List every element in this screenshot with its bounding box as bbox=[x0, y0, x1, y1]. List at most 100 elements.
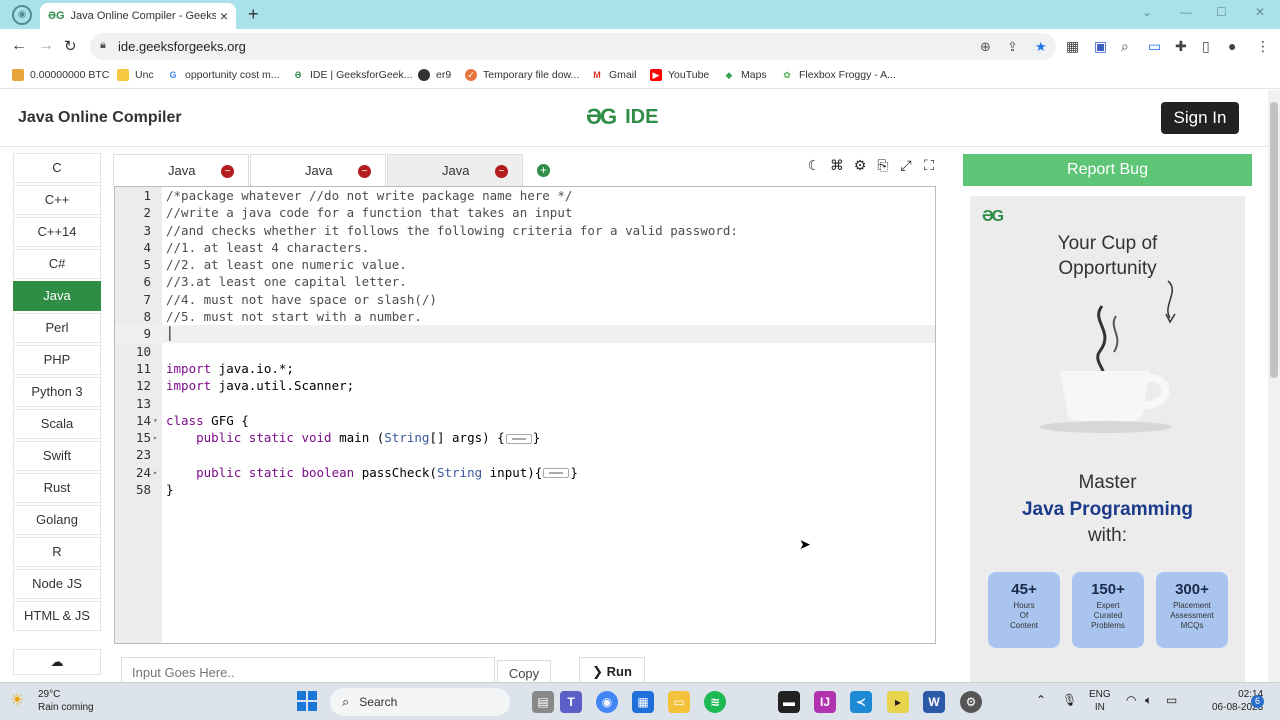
language-item[interactable]: Python 3 bbox=[13, 377, 101, 407]
menu-kebab-icon[interactable]: ⋮ bbox=[1256, 38, 1270, 55]
sticky-notes-icon[interactable]: ▸ bbox=[887, 691, 909, 713]
bookmark-item[interactable]: ✓ Temporary file dow... bbox=[465, 69, 579, 81]
language-item[interactable]: C bbox=[13, 153, 101, 183]
brand[interactable]: ƏG IDE bbox=[586, 104, 658, 130]
bookmark-star-icon[interactable]: ★ bbox=[1035, 39, 1047, 55]
zoom-icon[interactable]: ⊕ bbox=[980, 39, 991, 55]
editor-tab-active[interactable]: Java − bbox=[387, 154, 523, 186]
language-item[interactable]: Swift bbox=[13, 441, 101, 471]
copy-button[interactable]: Copy bbox=[497, 660, 551, 682]
dark-mode-icon[interactable]: ☾ bbox=[806, 157, 822, 174]
chrome-icon[interactable]: ◉ bbox=[596, 691, 618, 713]
scrollbar-thumb[interactable] bbox=[1270, 102, 1278, 378]
new-tab-icon[interactable]: + bbox=[248, 4, 259, 25]
language-item[interactable]: Perl bbox=[13, 313, 101, 343]
language-item-active[interactable]: Java bbox=[13, 281, 101, 311]
code-area[interactable]: 1/*package whatever //do not write packa… bbox=[115, 187, 935, 498]
fullscreen-icon[interactable]: ⛶ bbox=[921, 157, 937, 174]
extension-screen-icon[interactable]: ▭ bbox=[1148, 38, 1161, 55]
sign-in-button[interactable]: Sign In bbox=[1161, 102, 1239, 134]
shortcuts-icon[interactable]: ⌘ bbox=[829, 157, 845, 174]
bookmark-item[interactable]: Gopportunity cost m... bbox=[167, 69, 279, 81]
language-item[interactable]: Node JS bbox=[13, 569, 101, 599]
add-tab-icon[interactable]: + bbox=[537, 164, 550, 177]
fold-arrow-icon[interactable]: ▸ bbox=[153, 464, 158, 481]
spotify-icon[interactable]: ≋ bbox=[704, 691, 726, 713]
language-item[interactable]: C++ bbox=[13, 185, 101, 215]
extension-search-icon[interactable]: ⌕ bbox=[1121, 38, 1129, 55]
bookmark-item[interactable]: Ə IDE | GeeksforGeek... bbox=[292, 69, 413, 81]
page-scrollbar[interactable] bbox=[1268, 90, 1280, 682]
minimize-icon[interactable]: — bbox=[1180, 5, 1192, 19]
back-icon[interactable]: ← bbox=[11, 37, 27, 55]
fold-arrow-icon[interactable]: ▾ bbox=[153, 412, 158, 429]
settings-app-icon[interactable]: ⚙ bbox=[960, 691, 982, 713]
weather-widget[interactable]: ☀ 29°C Rain coming bbox=[10, 688, 94, 714]
language-item[interactable]: HTML & JS bbox=[13, 601, 101, 631]
word-icon[interactable]: W bbox=[923, 691, 945, 713]
browser-tab[interactable]: ƏG Java Online Compiler - GeeksforGeeks … bbox=[40, 3, 236, 29]
run-button[interactable]: ❯ Run bbox=[579, 657, 645, 682]
vscode-icon[interactable]: ≺ bbox=[850, 691, 872, 713]
language-item[interactable]: C++14 bbox=[13, 217, 101, 247]
bookmark-item[interactable]: ✿ Flexbox Froggy - A... bbox=[781, 69, 896, 81]
bookmark-item[interactable]: ◆ Maps bbox=[723, 69, 767, 81]
notification-badge[interactable]: 6 bbox=[1251, 695, 1264, 708]
profile-avatar-icon[interactable]: ● bbox=[1228, 38, 1236, 54]
stdin-input[interactable] bbox=[121, 657, 495, 682]
lock-icon[interactable]: 🔒︎ bbox=[100, 39, 106, 52]
extension-icon[interactable]: ▣ bbox=[1094, 38, 1107, 55]
editor-tab[interactable]: Java − bbox=[250, 154, 386, 186]
language-item[interactable]: PHP bbox=[13, 345, 101, 375]
share-icon[interactable]: ⇪ bbox=[1007, 39, 1018, 55]
folded-code-widget[interactable] bbox=[505, 433, 532, 444]
tray-expand-icon[interactable]: ⌃ bbox=[1036, 693, 1046, 707]
close-tab-icon[interactable]: × bbox=[220, 8, 228, 24]
bookmark-item[interactable]: er9 bbox=[418, 69, 451, 81]
remove-tab-icon[interactable]: − bbox=[221, 165, 234, 178]
terminal-icon[interactable]: ▬ bbox=[778, 691, 800, 713]
language-item[interactable]: R bbox=[13, 537, 101, 567]
remove-tab-icon[interactable]: − bbox=[358, 165, 371, 178]
expand-icon[interactable]: ⤢ bbox=[898, 157, 914, 174]
bookmark-item[interactable]: 0.00000000 BTC bbox=[12, 69, 109, 81]
omnibox[interactable]: 🔒︎ ide.geeksforgeeks.org ⊕ ⇪ ★ bbox=[90, 33, 1056, 60]
editor-tab[interactable]: Java − bbox=[113, 154, 249, 186]
maximize-icon[interactable]: ☐ bbox=[1216, 5, 1227, 19]
bookmark-item[interactable]: Unc bbox=[117, 69, 154, 81]
teams-icon[interactable]: T bbox=[560, 691, 582, 713]
taskbar-search[interactable]: ⌕ Search bbox=[330, 688, 510, 716]
language-item[interactable]: Golang bbox=[13, 505, 101, 535]
settings-icon[interactable]: ⚙ bbox=[852, 157, 868, 174]
task-view-icon[interactable]: ▤ bbox=[532, 691, 554, 713]
language-item[interactable]: Rust bbox=[13, 473, 101, 503]
bookmark-item[interactable]: ▶ YouTube bbox=[650, 69, 709, 81]
notepad-icon[interactable]: ▦ bbox=[632, 691, 654, 713]
upload-cloud-icon[interactable]: ☁ bbox=[13, 649, 101, 675]
microphone-icon[interactable]: 🎙︎ bbox=[1062, 693, 1077, 707]
side-panel-icon[interactable]: ▯ bbox=[1202, 38, 1210, 55]
code-editor[interactable]: 1/*package whatever //do not write packa… bbox=[114, 186, 936, 644]
ad-banner[interactable]: ƏG Your Cup of Opportunity Master Java P… bbox=[970, 196, 1245, 682]
reload-icon[interactable]: ↻ bbox=[64, 37, 77, 55]
battery-icon[interactable]: ▭ bbox=[1166, 693, 1177, 707]
extension-sheets-icon[interactable]: ▦ bbox=[1066, 38, 1079, 55]
copy-icon[interactable]: ⎘ bbox=[875, 157, 891, 174]
intellij-icon[interactable]: IJ bbox=[814, 691, 836, 713]
volume-icon[interactable]: 🔈︎ bbox=[1145, 693, 1152, 708]
remove-tab-icon[interactable]: − bbox=[495, 165, 508, 178]
extensions-puzzle-icon[interactable]: ✚ bbox=[1175, 38, 1187, 55]
url-text[interactable]: ide.geeksforgeeks.org bbox=[118, 39, 246, 54]
language-item[interactable]: C# bbox=[13, 249, 101, 279]
language-item[interactable]: Scala bbox=[13, 409, 101, 439]
start-windows-icon[interactable] bbox=[297, 691, 317, 711]
window-close-icon[interactable]: ✕ bbox=[1255, 5, 1265, 19]
language-indicator[interactable]: ENG IN bbox=[1089, 688, 1111, 714]
wifi-icon[interactable]: ◠ bbox=[1126, 693, 1136, 707]
tab-search-icon[interactable]: ⌄ bbox=[1142, 5, 1152, 19]
fold-arrow-icon[interactable]: ▸ bbox=[153, 429, 158, 446]
bookmark-item[interactable]: M Gmail bbox=[591, 69, 636, 81]
forward-icon[interactable]: → bbox=[38, 37, 54, 55]
report-bug-button[interactable]: Report Bug bbox=[963, 154, 1252, 186]
file-explorer-icon[interactable]: ▭ bbox=[668, 691, 690, 713]
